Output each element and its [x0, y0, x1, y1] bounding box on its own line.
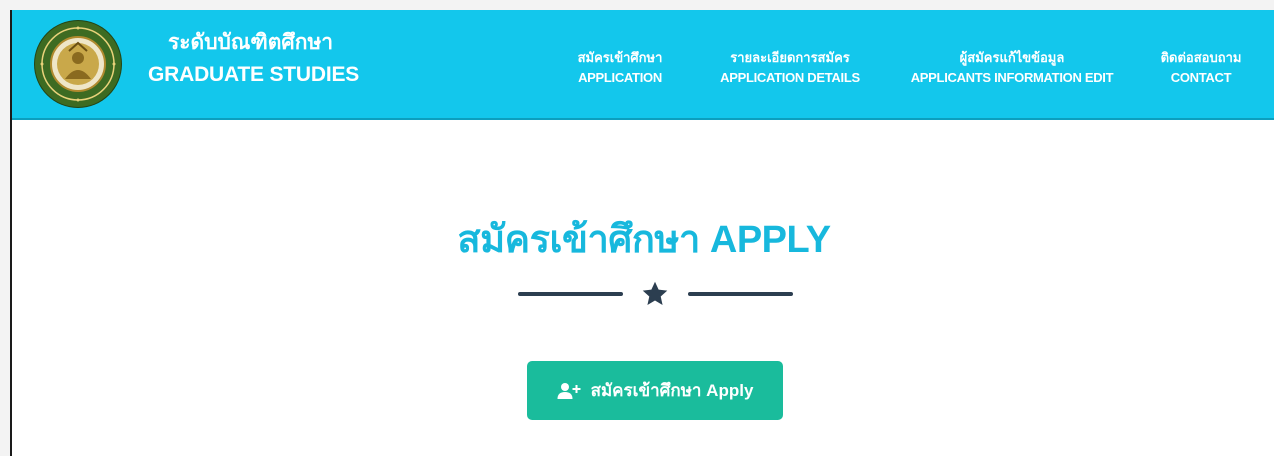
nav-application[interactable]: สมัครเข้าศึกษา APPLICATION: [572, 48, 668, 88]
nav-label-th: ติดต่อสอบถาม: [1160, 50, 1242, 65]
brand-title-en: GRADUATE STUDIES: [148, 63, 360, 86]
brand-title-th: ระดับบัณฑิตศึกษา: [168, 31, 334, 54]
nav-application-details[interactable]: รายละเอียดการสมัคร APPLICATION DETAILS: [710, 48, 870, 88]
nav-contact[interactable]: ติดต่อสอบถาม CONTACT: [1148, 48, 1254, 88]
nav-label-en: APPLICANTS INFORMATION EDIT: [910, 70, 1114, 85]
apply-button[interactable]: สมัครเข้าศึกษา Apply: [527, 361, 783, 420]
apply-button-label: สมัครเข้าศึกษา Apply: [590, 381, 754, 400]
navbar: ระดับบัณฑิตศึกษา GRADUATE STUDIES สมัครเ…: [12, 10, 1274, 120]
nav-label-en: APPLICATION DETAILS: [720, 70, 860, 85]
nav-label-th: รายละเอียดการสมัคร: [730, 50, 850, 65]
nav-applicants-information-edit[interactable]: ผู้สมัครแก้ไขข้อมูล APPLICANTS INFORMATI…: [898, 48, 1126, 88]
star-icon: [642, 281, 668, 305]
university-seal-icon[interactable]: [35, 21, 121, 107]
nav-label-en: CONTACT: [1170, 70, 1232, 85]
title-divider: [518, 280, 793, 306]
nav-label-en: APPLICATION: [578, 70, 662, 85]
divider-line-left: [518, 292, 623, 296]
user-plus-icon: [557, 382, 581, 399]
nav-label-th: ผู้สมัครแก้ไขข้อมูล: [959, 50, 1065, 65]
page-frame: ระดับบัณฑิตศึกษา GRADUATE STUDIES สมัครเ…: [10, 10, 1274, 456]
brand[interactable]: ระดับบัณฑิตศึกษา GRADUATE STUDIES: [148, 30, 359, 90]
divider-line-right: [688, 292, 793, 296]
nav-label-th: สมัครเข้าศึกษา: [577, 50, 663, 65]
page-title: สมัครเข้าศึกษา APPLY: [457, 219, 831, 261]
